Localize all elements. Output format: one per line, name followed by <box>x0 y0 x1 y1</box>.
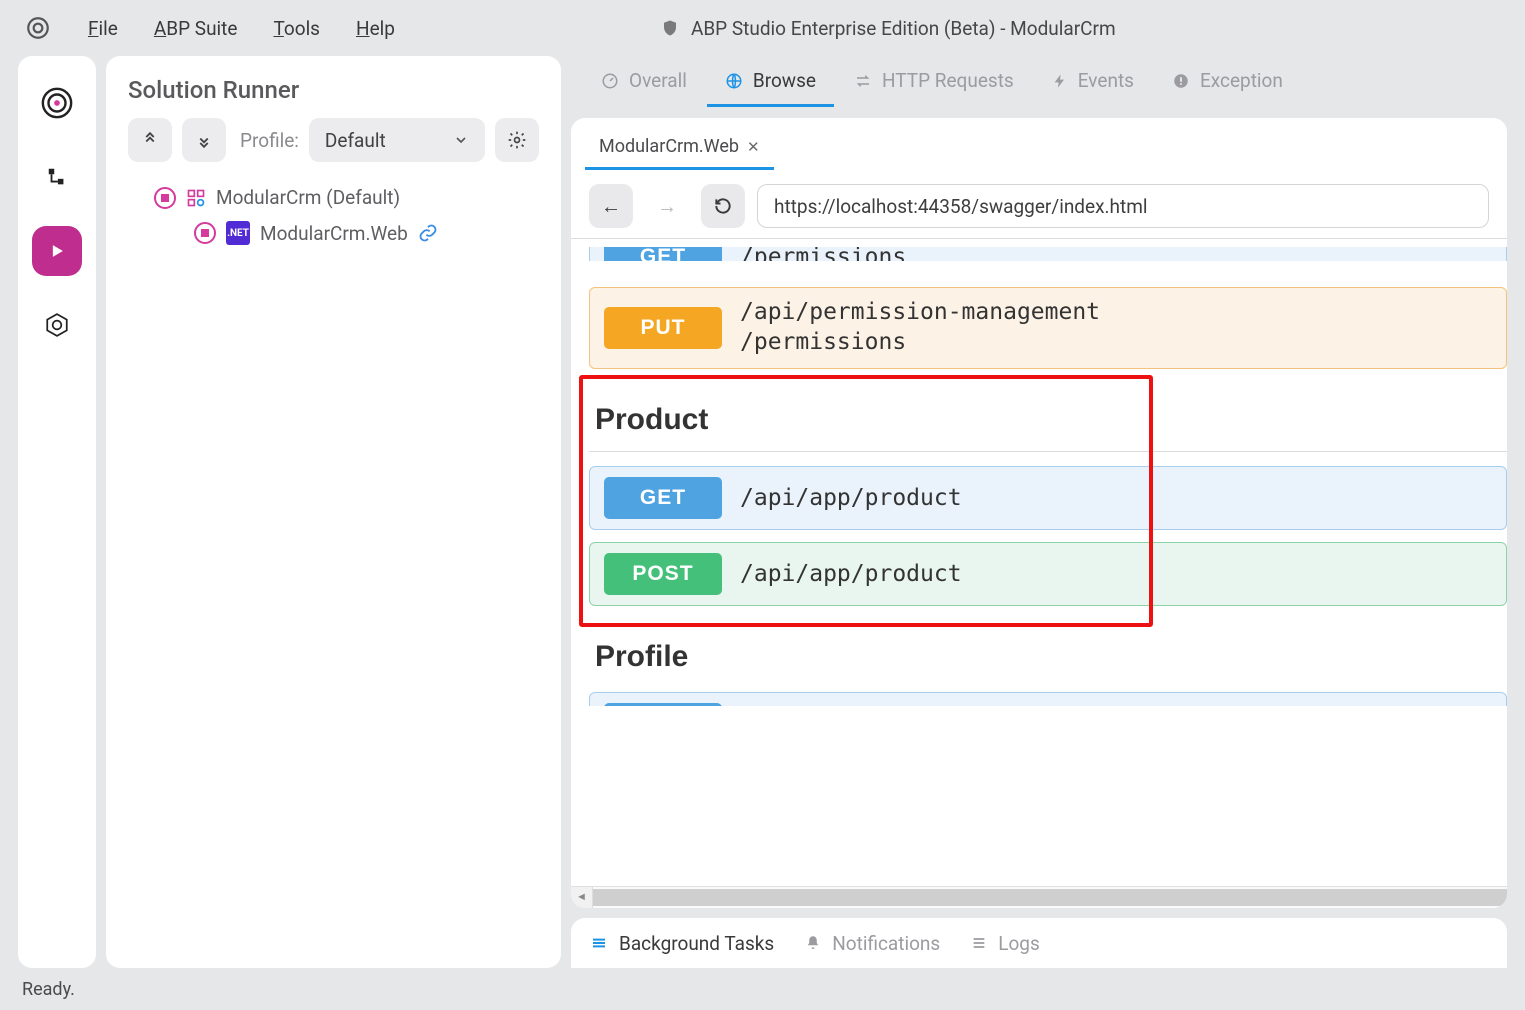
bottom-tab-label: Notifications <box>832 932 940 955</box>
section-product[interactable]: Product <box>589 381 1507 452</box>
tasks-icon <box>589 935 609 951</box>
collapse-all-button[interactable] <box>128 118 172 162</box>
gauge-icon <box>601 72 619 90</box>
bottom-tabs: Background Tasks Notifications Logs <box>571 918 1507 968</box>
section-profile[interactable]: Profile <box>589 618 1507 678</box>
rail-logo[interactable] <box>32 78 82 128</box>
browser-tab-label: ModularCrm.Web <box>599 136 739 157</box>
globe-icon <box>725 72 743 90</box>
tab-exceptions[interactable]: Exception <box>1154 57 1301 107</box>
rail-run-icon[interactable] <box>32 226 82 276</box>
endpoint-path: /api/permission-management/permissions <box>740 298 1100 358</box>
menu-abp-suite[interactable]: ABP Suite <box>154 17 238 40</box>
panel-title: Solution Runner <box>128 76 539 104</box>
profile-select[interactable]: Default <box>309 118 485 162</box>
endpoint-path: /api/app/product <box>740 485 962 511</box>
swagger-content: GET /permissions PUT /api/permission-man… <box>571 239 1507 886</box>
window-title-area: ABP Studio Enterprise Edition (Beta) - M… <box>661 17 1116 40</box>
bottom-tab-label: Background Tasks <box>619 932 774 955</box>
url-input[interactable]: https://localhost:44358/swagger/index.ht… <box>757 184 1489 228</box>
profile-label: Profile: <box>240 129 299 152</box>
close-icon[interactable]: ✕ <box>747 138 760 156</box>
reload-button[interactable] <box>701 184 745 228</box>
dotnet-icon: .NET <box>226 221 250 245</box>
tab-label: HTTP Requests <box>882 69 1014 92</box>
alert-icon <box>1172 72 1190 90</box>
tab-http[interactable]: HTTP Requests <box>836 57 1032 107</box>
inner-tabs: ModularCrm.Web ✕ <box>571 118 1507 170</box>
window-title: ABP Studio Enterprise Edition (Beta) - M… <box>691 17 1116 40</box>
forward-button: → <box>645 184 689 228</box>
method-get-badge: GET <box>604 477 722 519</box>
profile-value: Default <box>325 129 386 152</box>
method-put-badge: PUT <box>604 307 722 349</box>
browser-panel: Overall Browse HTTP Requests Events Exce… <box>571 56 1507 968</box>
browser-wrap: ModularCrm.Web ✕ ← → https://localhost:4… <box>571 118 1507 908</box>
tab-browse[interactable]: Browse <box>707 57 834 107</box>
settings-button[interactable] <box>495 118 539 162</box>
tree-root[interactable]: ModularCrm (Default) <box>154 180 539 215</box>
bolt-icon <box>1052 72 1068 90</box>
tree-root-label: ModularCrm (Default) <box>216 186 400 209</box>
left-rail <box>18 56 96 968</box>
menu-file[interactable]: File <box>88 17 118 40</box>
solution-runner-panel: Solution Runner Profile: Default <box>106 56 561 968</box>
browser-nav: ← → https://localhost:44358/swagger/inde… <box>571 170 1507 239</box>
endpoint-path: /api/app/product <box>740 561 962 587</box>
url-text: https://localhost:44358/swagger/index.ht… <box>774 195 1148 218</box>
bottom-tab-tasks[interactable]: Background Tasks <box>589 932 774 955</box>
partial-endpoint-bottom: GET <box>589 692 1507 706</box>
tab-label: Overall <box>629 69 687 92</box>
browser-tab[interactable]: ModularCrm.Web ✕ <box>585 128 774 170</box>
tab-events[interactable]: Events <box>1034 57 1152 107</box>
menu-help[interactable]: Help <box>356 17 395 40</box>
shield-icon <box>661 18 679 38</box>
status-bar: Ready. <box>0 968 1525 1010</box>
rail-tree-icon[interactable] <box>32 152 82 202</box>
endpoint-put-permissions[interactable]: PUT /api/permission-management/permissio… <box>589 287 1507 369</box>
method-post-badge: POST <box>604 553 722 595</box>
workspace: Solution Runner Profile: Default <box>0 56 1525 968</box>
bottom-tab-label: Logs <box>998 932 1040 955</box>
endpoint-get-product[interactable]: GET /api/app/product <box>589 466 1507 530</box>
runner-toolbar: Profile: Default <box>128 118 539 162</box>
scroll-track[interactable] <box>593 889 1507 906</box>
bottom-tab-notifications[interactable]: Notifications <box>804 932 940 955</box>
bell-icon <box>804 934 822 952</box>
stop-icon <box>154 187 176 209</box>
apps-icon <box>186 188 206 208</box>
scroll-left-button[interactable]: ◄ <box>571 887 593 908</box>
bottom-tab-logs[interactable]: Logs <box>970 932 1040 955</box>
tab-overall[interactable]: Overall <box>583 57 705 107</box>
tree-child-label: ModularCrm.Web <box>260 222 408 245</box>
expand-all-button[interactable] <box>182 118 226 162</box>
rail-kubernetes-icon[interactable] <box>32 300 82 350</box>
tab-label: Exception <box>1200 69 1283 92</box>
tree-child[interactable]: .NET ModularCrm.Web <box>194 215 539 251</box>
swap-icon <box>854 72 872 90</box>
menubar: File ABP Suite Tools Help ABP Studio Ent… <box>0 0 1525 56</box>
back-button[interactable]: ← <box>589 184 633 228</box>
status-text: Ready. <box>22 979 75 1000</box>
list-icon <box>970 935 988 951</box>
main-tabs: Overall Browse HTTP Requests Events Exce… <box>571 56 1507 108</box>
chevron-down-icon <box>453 132 469 148</box>
stop-icon <box>194 222 216 244</box>
horizontal-scrollbar[interactable]: ◄ <box>571 886 1507 908</box>
solution-tree: ModularCrm (Default) .NET ModularCrm.Web <box>128 180 539 251</box>
tab-label: Browse <box>753 69 816 92</box>
tab-label: Events <box>1078 69 1134 92</box>
menu-tools[interactable]: Tools <box>273 17 320 40</box>
endpoint-post-product[interactable]: POST /api/app/product <box>589 542 1507 606</box>
partial-endpoint-top: GET /permissions <box>589 247 1507 261</box>
app-logo-icon <box>24 14 52 42</box>
link-icon[interactable] <box>418 223 438 243</box>
